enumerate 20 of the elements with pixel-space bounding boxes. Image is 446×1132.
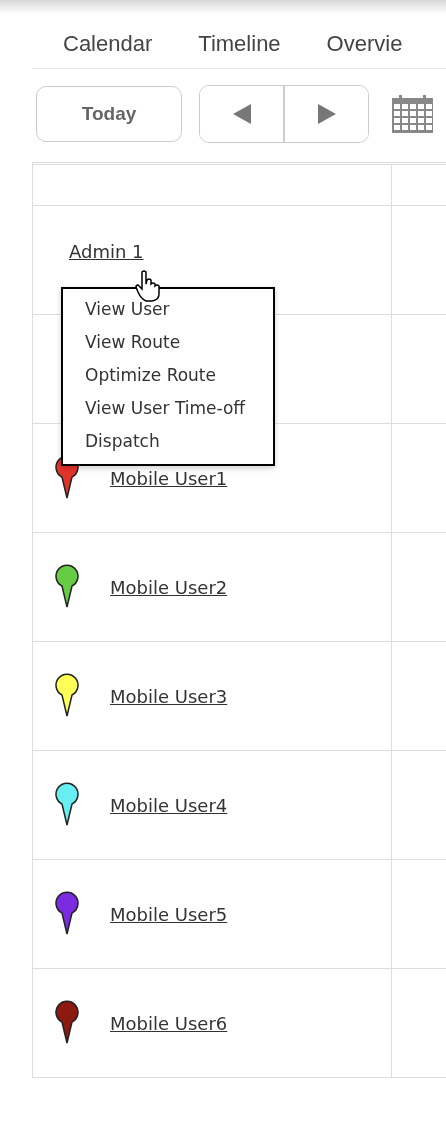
menu-item[interactable]: Dispatch xyxy=(63,425,273,458)
left-arrow-icon xyxy=(232,103,251,124)
view-tab[interactable]: Overvie xyxy=(326,20,403,68)
menu-item[interactable]: Optimize Route xyxy=(63,359,273,392)
next-button[interactable] xyxy=(283,85,368,142)
user-link[interactable]: Mobile User6 xyxy=(110,1012,228,1034)
right-arrow-icon xyxy=(317,103,336,124)
user-link[interactable]: Mobile User5 xyxy=(110,903,228,925)
menu-item[interactable]: View User Time-off xyxy=(63,392,273,425)
view-tab[interactable]: Timeline xyxy=(198,20,281,68)
calendar-icon[interactable] xyxy=(392,94,433,133)
user-link[interactable]: Mobile User3 xyxy=(110,685,228,707)
user-link[interactable]: Mobile User4 xyxy=(110,794,228,816)
user-link[interactable]: Mobile User1 xyxy=(110,467,228,489)
user-link[interactable]: Admin 1 xyxy=(69,240,144,262)
menu-item[interactable]: View User xyxy=(63,293,273,326)
menu-item[interactable]: View Route xyxy=(63,326,273,359)
today-button[interactable]: Today xyxy=(36,85,182,142)
view-tab[interactable]: Calendar xyxy=(63,20,153,68)
user-link[interactable]: Mobile User2 xyxy=(110,576,228,598)
